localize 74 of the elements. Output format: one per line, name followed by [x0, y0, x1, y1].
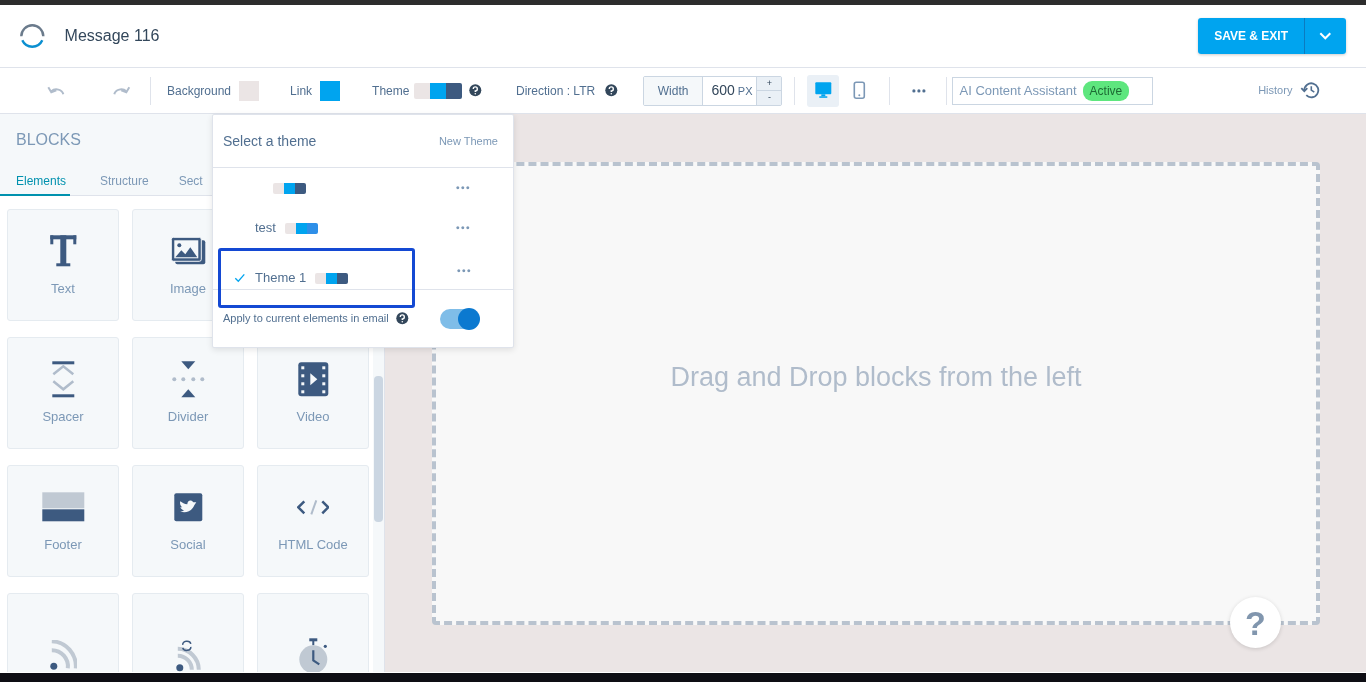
link-label: Link	[290, 82, 313, 100]
width-label: Width	[643, 76, 704, 105]
more-icon	[910, 87, 927, 94]
bird-icon	[172, 491, 204, 523]
desktop-icon	[814, 81, 833, 100]
help-icon	[394, 311, 410, 326]
theme-swatch[interactable]	[414, 82, 463, 99]
block-label: Text	[51, 279, 75, 298]
help-icon	[468, 83, 483, 98]
theme-swatch	[284, 222, 318, 234]
new-theme-link[interactable]: New Theme	[438, 132, 498, 150]
panel-tab[interactable]: Elements	[0, 166, 70, 196]
history-icon	[1300, 82, 1320, 99]
caret-icon	[1319, 32, 1332, 40]
panel-tab[interactable]: Sect	[178, 166, 203, 196]
text-icon	[48, 234, 78, 269]
more-icon[interactable]	[456, 268, 472, 274]
code-icon	[296, 498, 330, 516]
status-badge: Active	[1082, 80, 1130, 101]
background-color-swatch[interactable]	[239, 80, 260, 101]
rss-icon	[48, 640, 78, 672]
block-tile[interactable]	[132, 593, 244, 672]
more-icon[interactable]	[455, 225, 471, 231]
rss-icon	[175, 639, 201, 672]
block-label: Divider	[167, 407, 209, 426]
link-color-swatch[interactable]	[320, 80, 341, 101]
theme-swatch	[273, 182, 306, 194]
block-tile[interactable]: HTML Code	[257, 465, 369, 577]
background-label: Background	[167, 82, 232, 100]
block-label: Image	[169, 279, 207, 298]
block-tile[interactable]: Spacer	[7, 337, 119, 449]
desktop-view-button[interactable]	[807, 74, 840, 107]
menu-title: Select a theme	[223, 131, 317, 151]
width-field[interactable]: 600 PX	[703, 80, 757, 101]
video-icon	[296, 360, 330, 398]
history-button[interactable]: History	[1252, 74, 1326, 107]
help-icon	[604, 83, 619, 98]
block-label: Video	[296, 407, 330, 426]
more-icon[interactable]	[455, 185, 471, 191]
check-icon	[234, 273, 246, 283]
panel-title: BLOCKS	[16, 130, 81, 150]
apply-toggle[interactable]	[440, 308, 478, 329]
block-label: Spacer	[42, 407, 84, 426]
direction-label: Direction : LTR	[516, 82, 596, 100]
block-label: Social	[170, 535, 206, 554]
theme-label: Theme	[372, 82, 410, 100]
redo-icon	[113, 85, 131, 96]
divider-icon	[170, 359, 206, 399]
mobile-icon	[853, 81, 866, 100]
stopwatch-icon	[297, 637, 329, 672]
message-title: Message 116	[64, 26, 160, 46]
theme-swatch	[315, 272, 349, 284]
block-tile[interactable]: Social	[132, 465, 244, 577]
panel-tab[interactable]: Structure	[100, 166, 149, 196]
save-exit-button[interactable]: SAVE & EXIT	[1198, 18, 1304, 54]
spacer-icon	[50, 359, 76, 399]
loading-icon	[20, 24, 45, 48]
block-tile[interactable]: Footer	[7, 465, 119, 577]
footer-icon	[40, 491, 86, 524]
block-tile[interactable]: Divider	[132, 337, 244, 449]
image-icon	[169, 236, 207, 267]
decrement-button[interactable]: -	[757, 90, 782, 105]
block-label: Footer	[44, 535, 82, 554]
block-tile[interactable]	[257, 593, 369, 672]
ai-assistant-field[interactable]: AI Content Assistant Active	[952, 76, 1154, 105]
block-tile[interactable]: Text	[7, 209, 119, 321]
unit-label: PX	[737, 84, 753, 99]
block-tile[interactable]	[7, 593, 119, 672]
increment-button[interactable]: +	[757, 76, 782, 90]
dropdown-button[interactable]	[1304, 18, 1346, 54]
undo-icon	[47, 85, 65, 96]
block-label: HTML Code	[278, 535, 348, 554]
scrollbar-thumb[interactable]	[374, 376, 383, 522]
drop-hint: Drag and Drop blocks from the left	[670, 361, 1082, 395]
